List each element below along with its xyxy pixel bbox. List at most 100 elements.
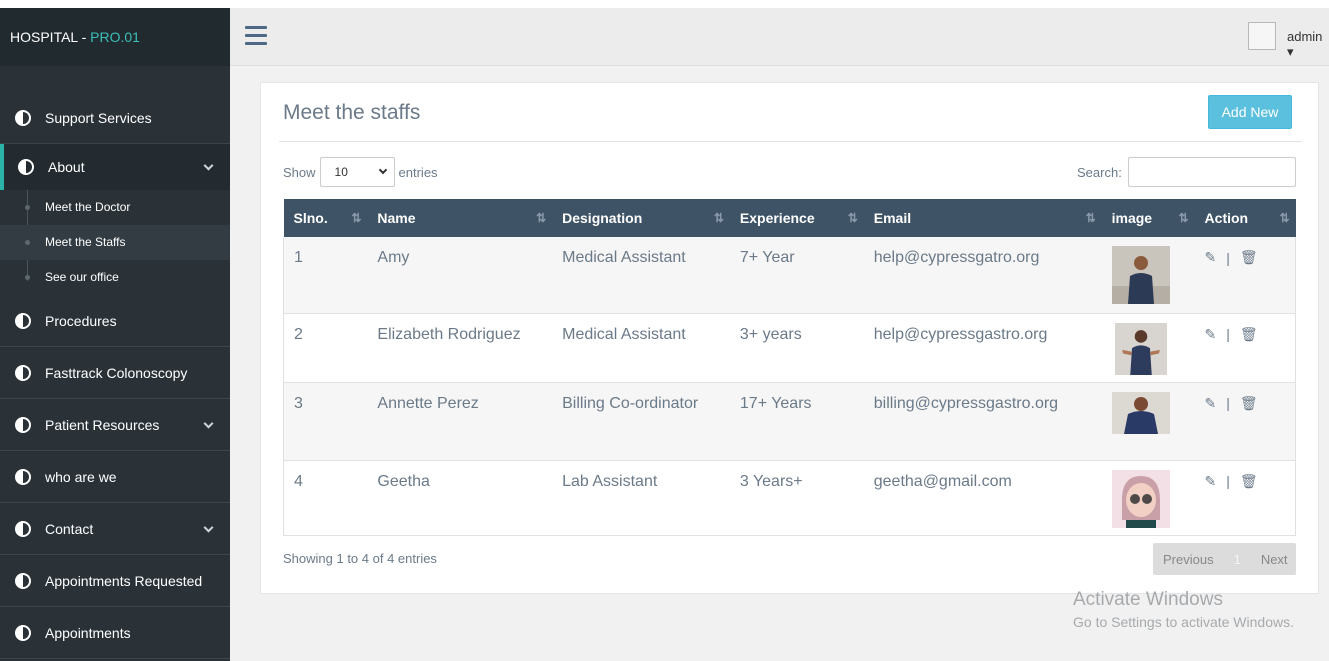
avatar[interactable] <box>1248 22 1276 50</box>
half-circle-icon <box>15 416 31 433</box>
action-separator: | <box>1226 395 1230 411</box>
delete-trash-icon[interactable]: 🗑 <box>1240 473 1258 490</box>
delete-trash-icon[interactable]: 🗑 <box>1240 395 1258 412</box>
subitem-label: See our office <box>45 270 119 284</box>
entries-control: Show 10 entries <box>283 157 438 187</box>
top-strip <box>0 0 1329 8</box>
entries-select[interactable]: 10 <box>319 157 395 187</box>
edit-pencil-icon[interactable]: ✎ <box>1205 395 1217 412</box>
sidebar-item-label: Appointments <box>45 624 131 641</box>
chevron-down-icon <box>203 160 214 171</box>
sidebar-subitem-meet-the-staffs[interactable]: Meet the Staffs <box>0 225 230 260</box>
cell-action: ✎ | 🗑 <box>1194 237 1296 314</box>
staff-photo <box>1111 246 1170 304</box>
cell-no: 4 <box>283 460 368 536</box>
hamburger-menu-icon[interactable] <box>245 26 267 46</box>
about-submenu: Meet the Doctor Meet the Staffs See our … <box>0 190 230 295</box>
main-content: Meet the staffs Add New Show 10 entries … <box>230 66 1329 661</box>
cell-name: Elizabeth Rodriguez <box>367 313 553 383</box>
sort-icon: ⇅ <box>351 211 361 225</box>
add-new-button[interactable]: Add New <box>1208 95 1292 129</box>
bullet-icon <box>25 240 30 245</box>
next-button[interactable]: Next <box>1261 552 1288 567</box>
column-header-slno[interactable]: Slno. ⇅ <box>284 199 368 237</box>
edit-pencil-icon[interactable]: ✎ <box>1205 249 1217 266</box>
cell-image <box>1101 237 1195 314</box>
sort-icon: ⇅ <box>1279 211 1289 225</box>
search-label: Search: <box>1077 164 1122 180</box>
cell-name: Amy <box>367 237 553 314</box>
sidebar-item-patient-resources[interactable]: Patient Resources <box>0 399 230 451</box>
cell-image <box>1101 460 1195 536</box>
subitem-label: Meet the Doctor <box>45 200 131 214</box>
sidebar-item-label: Procedures <box>45 312 117 329</box>
half-circle-icon <box>15 109 31 126</box>
bullet-icon <box>25 205 30 210</box>
staff-panel: Meet the staffs Add New Show 10 entries … <box>260 82 1319 594</box>
search-control: Search: <box>1077 157 1296 187</box>
cell-designation: Billing Co-ordinator <box>552 382 730 461</box>
chevron-down-icon <box>203 418 214 429</box>
table-row: 4 Geetha Lab Assistant 3 Years+ geetha@g… <box>283 460 1296 536</box>
sidebar-item-appointments-requested[interactable]: Appointments Requested <box>0 555 230 607</box>
edit-pencil-icon[interactable]: ✎ <box>1205 473 1217 490</box>
sidebar-subitem-see-our-office[interactable]: See our office <box>0 260 230 295</box>
staff-photo <box>1114 322 1167 375</box>
half-circle-icon <box>15 468 31 485</box>
cell-no: 2 <box>283 313 368 383</box>
previous-button[interactable]: Previous <box>1163 552 1214 567</box>
delete-trash-icon[interactable]: 🗑 <box>1240 249 1258 266</box>
column-header-image[interactable]: image ⇅ <box>1102 199 1195 237</box>
action-separator: | <box>1226 249 1230 266</box>
cell-experience: 7+ Year <box>729 237 864 314</box>
sidebar-item-contact[interactable]: Contact <box>0 503 230 555</box>
sidebar-item-who-are-we[interactable]: who are we <box>0 451 230 503</box>
brand-logo[interactable]: HOSPITAL - PRO.01 <box>0 8 230 66</box>
pagination: Previous 1 Next <box>1153 543 1296 575</box>
sidebar-item-about[interactable]: About <box>0 144 230 190</box>
column-header-email[interactable]: Email ⇅ <box>864 199 1102 237</box>
column-header-action[interactable]: Action ⇅ <box>1195 199 1296 237</box>
cell-no: 3 <box>283 382 368 461</box>
table-info: Showing 1 to 4 of 4 entries <box>283 551 437 566</box>
cell-experience: 3+ years <box>729 313 864 383</box>
cell-email: billing@cypressgastro.org <box>863 382 1102 461</box>
sidebar-subitem-meet-the-doctor[interactable]: Meet the Doctor <box>0 190 230 225</box>
brand-name: HOSPITAL - <box>10 29 91 45</box>
user-menu[interactable]: admin ▾ <box>1287 29 1329 60</box>
half-circle-icon <box>15 520 31 537</box>
show-label: Show <box>283 164 316 180</box>
sidebar-item-label: Appointments Requested <box>45 572 203 589</box>
sort-icon: ⇅ <box>536 211 546 225</box>
sort-icon: ⇅ <box>1178 211 1188 225</box>
watermark-subtitle: Go to Settings to activate Windows. <box>1073 614 1294 630</box>
top-bar: admin ▾ <box>230 8 1329 66</box>
sidebar-item-support-services[interactable]: Support Services <box>0 92 230 144</box>
sidebar-item-label: Patient Resources <box>45 416 160 433</box>
column-header-experience[interactable]: Experience ⇅ <box>730 199 864 237</box>
sidebar-item-appointments[interactable]: Appointments <box>0 607 230 659</box>
edit-pencil-icon[interactable]: ✎ <box>1205 326 1217 343</box>
chevron-down-icon <box>378 165 387 175</box>
column-header-designation[interactable]: Designation ⇅ <box>552 199 730 237</box>
sidebar-item-label: About <box>48 159 85 175</box>
cell-designation: Medical Assistant <box>552 237 730 314</box>
search-input[interactable] <box>1127 157 1296 187</box>
page-1-button[interactable]: 1 <box>1234 552 1241 567</box>
cell-email: help@cypressgatro.org <box>863 237 1102 314</box>
chevron-down-icon <box>203 522 214 533</box>
cell-designation: Medical Assistant <box>552 313 730 383</box>
sidebar-item-procedures[interactable]: Procedures <box>0 295 230 347</box>
subitem-label: Meet the Staffs <box>45 235 126 249</box>
half-circle-icon <box>15 624 31 641</box>
cell-no: 1 <box>283 237 368 314</box>
delete-trash-icon[interactable]: 🗑 <box>1240 326 1258 343</box>
page-title: Meet the staffs <box>283 101 421 124</box>
sidebar-item-label: Support Services <box>45 109 152 126</box>
sidebar-item-fasttrack-colonoscopy[interactable]: Fasttrack Colonoscopy <box>0 347 230 399</box>
table-row: 2 Elizabeth Rodriguez Medical Assistant … <box>283 313 1296 383</box>
cell-email: geetha@gmail.com <box>863 460 1102 536</box>
bullet-icon <box>25 275 30 280</box>
sidebar: HOSPITAL - PRO.01 Support Services About… <box>0 8 230 661</box>
column-header-name[interactable]: Name ⇅ <box>367 199 552 237</box>
